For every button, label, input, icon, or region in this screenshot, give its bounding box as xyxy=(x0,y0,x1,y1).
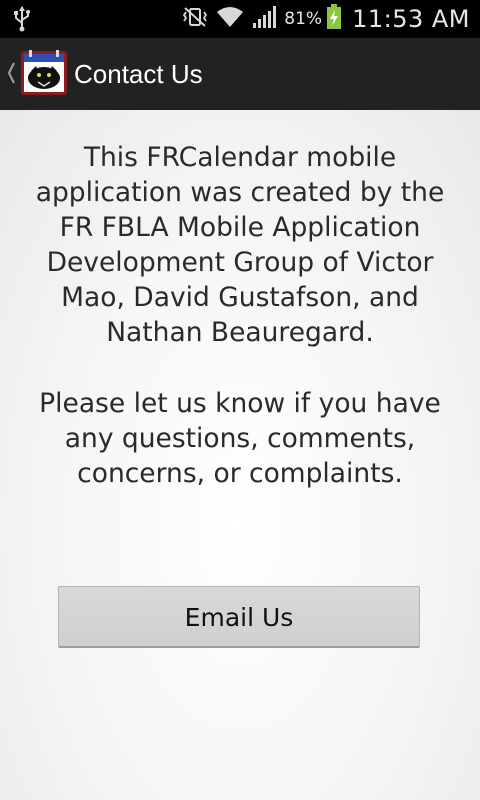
chevron-left-icon[interactable] xyxy=(6,60,16,90)
status-bar: 81% 11:53 AM xyxy=(0,0,480,38)
feedback-text: Please let us know if you have any quest… xyxy=(39,388,441,489)
wifi-icon xyxy=(216,6,244,32)
contact-content: This FRCalendar mobile application was c… xyxy=(0,110,480,800)
battery-percent: 81% xyxy=(284,9,323,29)
action-bar: Contact Us xyxy=(0,38,480,110)
credits-text: This FRCalendar mobile application was c… xyxy=(35,142,445,348)
page-title: Contact Us xyxy=(74,59,203,89)
signal-icon xyxy=(252,5,278,33)
mute-vibrate-icon xyxy=(182,6,208,32)
usb-icon xyxy=(14,6,30,36)
clock: 11:53 AM xyxy=(352,5,470,33)
panther-app-icon[interactable] xyxy=(20,49,68,97)
battery-charging-icon xyxy=(326,4,342,34)
email-us-button[interactable]: Email Us xyxy=(58,586,420,648)
